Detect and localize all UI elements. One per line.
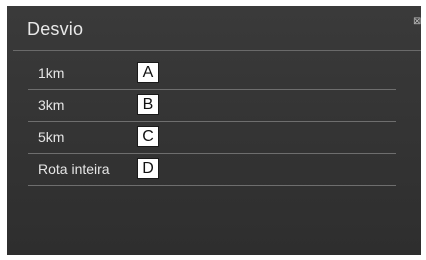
callout-label: D <box>137 158 159 179</box>
option-label: Rota inteira <box>38 161 110 177</box>
option-1km[interactable]: 1km A <box>28 58 396 90</box>
option-label: 5km <box>38 129 65 145</box>
detour-options-list: 1km A 3km B 5km C Rota inteira D <box>28 58 396 186</box>
screen-title: Desvio <box>27 19 84 39</box>
callout-label: A <box>137 62 159 83</box>
detour-screen: Desvio ⊠ 1km A 3km B 5km C Rota inteira … <box>7 6 421 255</box>
option-label: 1km <box>38 65 65 81</box>
callout-label: B <box>137 94 159 115</box>
option-3km[interactable]: 3km B <box>28 90 396 122</box>
callout-label: C <box>137 126 159 147</box>
option-label: 3km <box>38 97 65 113</box>
option-5km[interactable]: 5km C <box>28 122 396 154</box>
option-whole-route[interactable]: Rota inteira D <box>28 154 396 186</box>
title-divider <box>13 50 421 51</box>
small-settings-icon[interactable]: ⊠ <box>413 16 421 28</box>
